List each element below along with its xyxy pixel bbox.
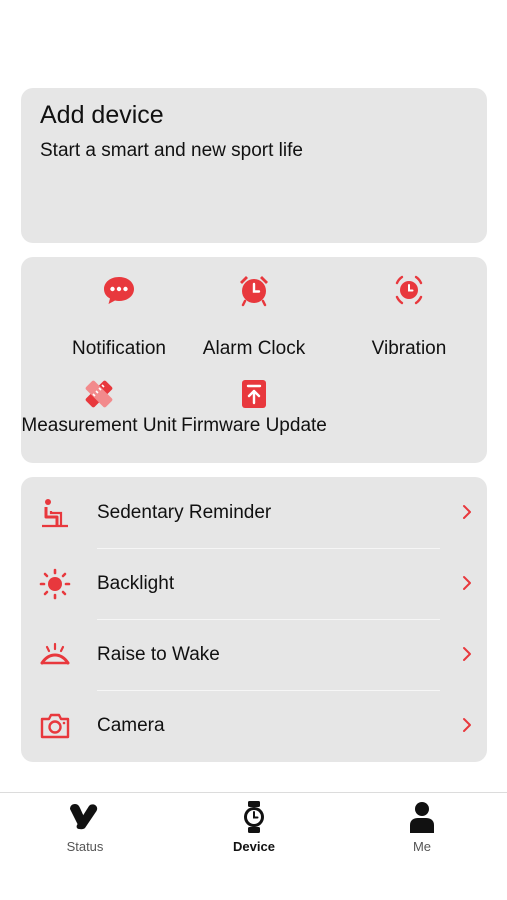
raise-wake-icon: [40, 642, 70, 665]
add-device-subtitle: Start a smart and new sport life: [40, 140, 303, 161]
tab-me-label: Me: [412, 839, 432, 854]
camera-label: Camera: [97, 715, 165, 736]
add-device-card[interactable]: Add device Start a smart and new sport l…: [21, 88, 487, 243]
tab-me[interactable]: Me: [362, 793, 482, 863]
sedentary-reminder-row[interactable]: Sedentary Reminder: [21, 477, 487, 548]
tab-status[interactable]: Status: [25, 793, 145, 863]
sedentary-reminder-label: Sedentary Reminder: [97, 502, 272, 523]
vibration-label: Vibration: [371, 338, 447, 359]
backlight-row[interactable]: Backlight: [21, 548, 487, 619]
camera-icon: [40, 713, 70, 739]
tab-device-label: Device: [233, 839, 275, 854]
chevron-right-icon: [463, 505, 471, 519]
firmware-update-item[interactable]: Firmware Update: [176, 377, 332, 463]
firmware-update-icon: [242, 380, 266, 408]
settings-list: Sedentary Reminder Backlight Raise to Wa…: [21, 477, 487, 762]
alarm-clock-label: Alarm Clock: [202, 338, 306, 359]
raise-to-wake-row[interactable]: Raise to Wake: [21, 619, 487, 690]
tab-device[interactable]: Device: [194, 793, 314, 863]
firmware-update-label: Firmware Update: [181, 415, 327, 436]
feature-grid: Notification Alarm Clock Vibration Measu…: [21, 257, 487, 463]
sedentary-icon: [42, 499, 68, 528]
notification-label: Notification: [72, 338, 166, 359]
alarm-clock-item[interactable]: Alarm Clock: [176, 273, 332, 359]
person-icon: [410, 802, 434, 833]
tab-status-label: Status: [66, 839, 104, 854]
alarm-clock-icon: [240, 276, 268, 307]
watch-icon: [244, 801, 264, 833]
raise-to-wake-label: Raise to Wake: [97, 644, 220, 665]
vibration-item[interactable]: Vibration: [331, 273, 487, 359]
measurement-unit-label: Measurement Unit: [21, 415, 177, 436]
vibration-icon: [395, 275, 423, 305]
notification-item[interactable]: Notification: [41, 273, 197, 359]
camera-row[interactable]: Camera: [21, 690, 487, 761]
measurement-unit-item[interactable]: Measurement Unit: [21, 377, 177, 463]
tab-bar: Status Device Me: [0, 792, 507, 900]
sun-icon: [39, 568, 71, 600]
chevron-right-icon: [463, 576, 471, 590]
chat-bubble-icon: [104, 277, 134, 304]
add-device-title: Add device: [40, 101, 164, 129]
status-icon: [70, 804, 98, 830]
backlight-label: Backlight: [97, 573, 175, 594]
chevron-right-icon: [463, 718, 471, 732]
ruler-icon: [85, 380, 113, 408]
chevron-right-icon: [463, 647, 471, 661]
